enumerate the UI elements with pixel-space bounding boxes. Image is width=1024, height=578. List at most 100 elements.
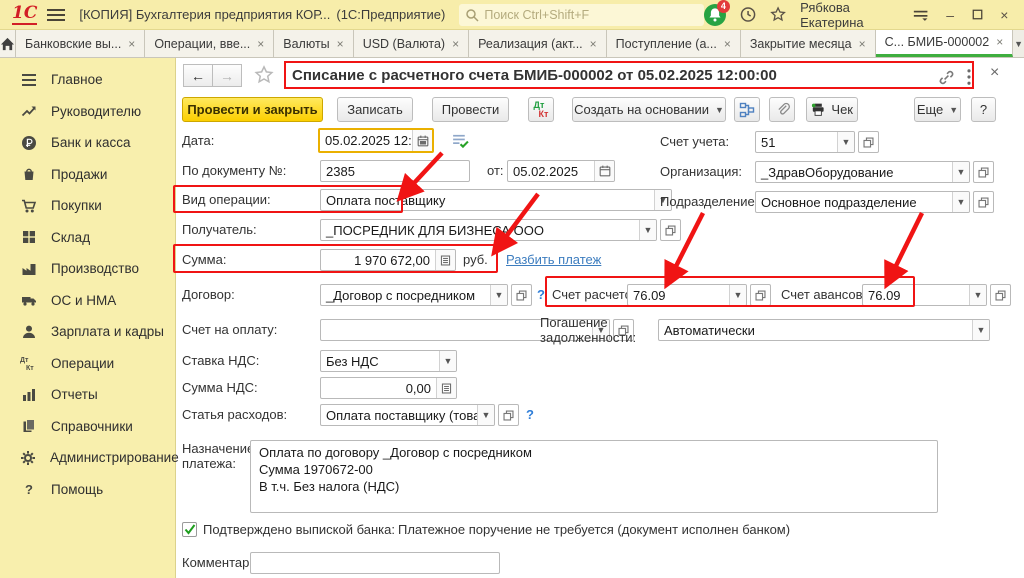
calculator-icon[interactable] (435, 250, 455, 270)
set-current-date-icon[interactable] (451, 132, 469, 149)
sidebar-item-sales[interactable]: Продажи (0, 159, 175, 191)
favorites-icon[interactable] (770, 5, 786, 24)
vat-amount-value[interactable]: 0,00 (321, 381, 436, 396)
sidebar-item-salary-hr[interactable]: Зарплата и кадры (0, 316, 175, 348)
tab-close-icon[interactable]: × (859, 37, 866, 51)
dropdown-arrow-icon[interactable]: ▼ (490, 285, 507, 305)
create-based-on-button[interactable]: Создать на основании ▼ (572, 97, 726, 122)
attachments-button[interactable] (769, 97, 795, 122)
sidebar-item-reports[interactable]: Отчеты (0, 379, 175, 411)
date-value[interactable]: 05.02.2025 12:00:00 (320, 133, 412, 148)
sidebar-item-administration[interactable]: Администрирование (0, 442, 179, 474)
amount-value[interactable]: 1 970 672,00 (321, 253, 435, 268)
maximize-button[interactable] (972, 8, 983, 21)
expense-item-open-button[interactable] (498, 404, 519, 426)
by-document-date-value[interactable]: 05.02.2025 (508, 164, 594, 179)
dropdown-arrow-icon[interactable]: ▼ (952, 162, 969, 182)
accounting-account-open-button[interactable] (858, 131, 879, 153)
amount-field[interactable]: 1 970 672,00 (320, 249, 456, 271)
sidebar-item-fixed-assets[interactable]: ОС и НМА (0, 285, 175, 317)
close-document-icon[interactable]: × (990, 64, 999, 82)
notifications-button[interactable]: 4 (703, 0, 730, 26)
comment-field[interactable] (250, 552, 500, 574)
accounting-account-value[interactable]: 51 (756, 135, 837, 150)
dropdown-arrow-icon[interactable]: ▼ (729, 285, 746, 305)
by-document-date-field[interactable]: 05.02.2025 (507, 160, 615, 182)
tab-bank-statements[interactable]: Банковские вы... × (16, 30, 146, 57)
split-payment-link[interactable]: Разбить платеж (506, 249, 601, 271)
more-menu-icon[interactable] (966, 68, 972, 86)
tab-close-icon[interactable]: × (724, 37, 731, 51)
sidebar-item-operations[interactable]: Дт Кт Операции (0, 348, 175, 380)
tab-writeoff-document[interactable]: С... БМИБ-000002 × (875, 30, 1014, 57)
tab-month-closing[interactable]: Закрытие месяца × (740, 30, 876, 57)
dropdown-arrow-icon[interactable]: ▼ (952, 192, 969, 212)
department-open-button[interactable] (973, 191, 994, 213)
help-button[interactable]: ? (971, 97, 996, 122)
sidebar-item-warehouse[interactable]: Склад (0, 222, 175, 254)
dropdown-arrow-icon[interactable]: ▼ (477, 405, 494, 425)
by-document-number-field[interactable]: 2385 (320, 160, 470, 182)
nav-back-button[interactable]: ← (183, 64, 213, 87)
tab-close-icon[interactable]: × (128, 37, 135, 51)
payment-purpose-textarea[interactable]: Оплата по договору _Договор с посреднико… (250, 440, 938, 513)
department-value[interactable]: Основное подразделение (756, 195, 952, 210)
organization-value[interactable]: _ЗдравОборудование (756, 165, 952, 180)
post-and-close-button[interactable]: Провести и закрыть (182, 97, 323, 122)
organization-field[interactable]: _ЗдравОборудование ▼ (755, 161, 970, 183)
tab-home[interactable] (0, 30, 16, 57)
more-actions-button[interactable]: Еще ▼ (914, 97, 961, 122)
sidebar-item-references[interactable]: Справочники (0, 411, 175, 443)
sidebar-item-manager[interactable]: Руководителю (0, 96, 175, 128)
global-search-input[interactable]: Поиск Ctrl+Shift+F (459, 3, 704, 26)
sidebar-item-help[interactable]: ? Помощь (0, 474, 175, 506)
dropdown-arrow-icon[interactable]: ▼ (972, 320, 989, 340)
expense-item-field[interactable]: Оплата поставщику (товары, работ ▼ (320, 404, 495, 426)
contract-help-icon[interactable]: ? (537, 284, 545, 306)
receipt-button[interactable]: Чек (806, 97, 858, 122)
calculator-icon[interactable] (436, 378, 456, 398)
expense-item-value[interactable]: Оплата поставщику (товары, работ (321, 408, 477, 423)
payee-open-button[interactable] (660, 219, 681, 241)
contract-value[interactable]: _Договор с посредником (321, 288, 490, 303)
settlement-account-open-button[interactable] (750, 284, 771, 306)
tab-currencies[interactable]: Валюты × (274, 30, 354, 57)
debt-repayment-field[interactable]: Автоматически ▼ (658, 319, 990, 341)
dropdown-arrow-icon[interactable]: ▼ (439, 351, 456, 371)
nav-forward-button[interactable]: → (212, 64, 242, 87)
tab-close-icon[interactable]: × (996, 35, 1003, 49)
current-user[interactable]: Рябкова Екатерина (800, 0, 899, 30)
contract-field[interactable]: _Договор с посредником ▼ (320, 284, 508, 306)
post-button[interactable]: Провести (432, 97, 509, 122)
calendar-icon[interactable] (412, 130, 432, 151)
sidebar-item-bank-cash[interactable]: Банк и касса (0, 127, 175, 159)
date-field[interactable]: 05.02.2025 12:00:00 (318, 128, 434, 153)
operation-type-field[interactable]: Оплата поставщику ▼ (320, 189, 672, 211)
payee-value[interactable]: _ПОСРЕДНИК ДЛЯ БИЗНЕСА ООО (321, 223, 639, 238)
tab-operations[interactable]: Операции, вве... × (145, 30, 275, 57)
contract-open-button[interactable] (511, 284, 532, 306)
dropdown-arrow-icon[interactable]: ▼ (639, 220, 656, 240)
organization-open-button[interactable] (973, 161, 994, 183)
tab-close-icon[interactable]: × (590, 37, 597, 51)
favorite-star-icon[interactable] (254, 65, 274, 85)
tab-realization[interactable]: Реализация (акт... × (469, 30, 607, 57)
dropdown-arrow-icon[interactable]: ▼ (969, 285, 986, 305)
tab-receipt[interactable]: Поступление (а... × (606, 30, 741, 57)
sidebar-item-main[interactable]: Главное (0, 64, 175, 96)
minimize-button[interactable]: – (942, 7, 957, 23)
vat-rate-value[interactable]: Без НДС (321, 354, 439, 369)
save-button[interactable]: Записать (337, 97, 413, 122)
settlement-account-value[interactable]: 76.09 (628, 288, 729, 303)
dropdown-arrow-icon[interactable]: ▼ (837, 132, 854, 152)
vat-rate-field[interactable]: Без НДС ▼ (320, 350, 457, 372)
payee-field[interactable]: _ПОСРЕДНИК ДЛЯ БИЗНЕСА ООО ▼ (320, 219, 657, 241)
by-document-number-value[interactable]: 2385 (321, 164, 469, 179)
sidebar-item-production[interactable]: Производство (0, 253, 175, 285)
settlement-account-field[interactable]: 76.09 ▼ (627, 284, 747, 306)
service-menu-icon[interactable] (913, 7, 928, 23)
expense-item-help-icon[interactable]: ? (526, 404, 534, 426)
tab-close-icon[interactable]: × (257, 37, 264, 51)
get-link-icon[interactable] (938, 69, 955, 86)
operation-type-value[interactable]: Оплата поставщику (321, 193, 654, 208)
